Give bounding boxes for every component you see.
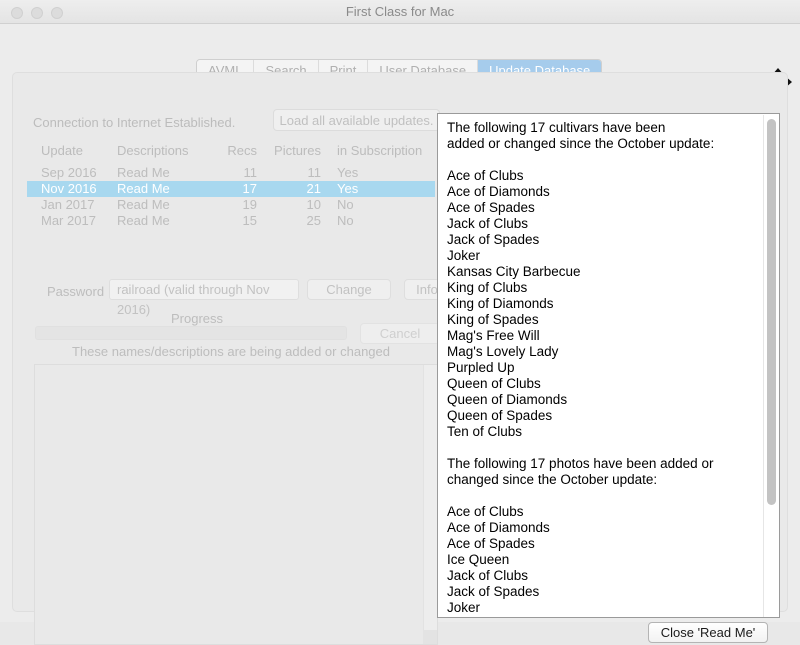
cultivar-item: Ace of Clubs — [447, 168, 524, 183]
cultivar-item: King of Clubs — [447, 280, 528, 295]
photo-item: Jack of Spades — [447, 584, 540, 599]
cell-recs: 19 — [242, 197, 257, 212]
window-body: AVML Search Print User Database Update D… — [0, 24, 800, 645]
change-password-button[interactable]: Change — [307, 279, 391, 300]
close-readme-button[interactable]: Close 'Read Me' — [648, 622, 768, 643]
table-header-row: Update Descriptions Recs Pictures in Sub… — [27, 143, 435, 163]
photo-item: Jack of Clubs — [447, 568, 529, 583]
window-titlebar: First Class for Mac — [0, 0, 800, 24]
cell-pictures: 10 — [306, 197, 321, 212]
cell-update: Sep 2016 — [41, 165, 97, 180]
cultivar-item: Ace of Spades — [447, 200, 535, 215]
cancel-button[interactable]: Cancel — [360, 323, 440, 344]
cell-descriptions[interactable]: Read Me — [117, 165, 170, 181]
cell-pictures: 25 — [306, 213, 321, 228]
cultivar-item: Purpled Up — [447, 360, 515, 375]
cell-subscription: No — [337, 197, 354, 212]
cell-recs: 15 — [242, 213, 257, 228]
cell-subscription: Yes — [337, 165, 359, 180]
photo-item: Ice Queen — [447, 552, 510, 567]
cultivar-item: King of Diamonds — [447, 296, 554, 311]
password-label: Password — [47, 284, 105, 299]
cell-descriptions[interactable]: Read Me — [117, 181, 170, 197]
cultivar-item: Queen of Clubs — [447, 376, 541, 391]
cultivar-item: King of Spades — [447, 312, 539, 327]
column-header-descriptions: Descriptions — [117, 143, 189, 158]
cell-update: Jan 2017 — [41, 197, 95, 212]
cultivar-item: Mag's Free Will — [447, 328, 540, 343]
column-header-update: Update — [41, 143, 83, 158]
table-row[interactable]: Jan 2017 Read Me 19 10 No — [27, 197, 435, 213]
progress-bar — [35, 326, 347, 340]
cultivar-item: Ten of Clubs — [447, 424, 523, 439]
photo-item: Ace of Diamonds — [447, 520, 550, 535]
load-all-updates-button[interactable]: Load all available updates. — [273, 109, 440, 131]
updates-table: Update Descriptions Recs Pictures in Sub… — [27, 143, 435, 243]
readme-scrollbar[interactable] — [763, 115, 778, 617]
column-header-recs: Recs — [227, 143, 257, 158]
readme-text-panel[interactable]: The following 17 cultivars have been add… — [437, 113, 780, 618]
photo-item: Ace of Clubs — [447, 504, 524, 519]
column-header-in-subscription: in Subscription — [337, 143, 423, 158]
column-header-pictures: Pictures — [274, 143, 321, 158]
cultivars-heading: The following 17 cultivars have been add… — [447, 120, 715, 151]
readme-content: The following 17 cultivars have been add… — [438, 114, 764, 616]
added-changed-label: These names/descriptions are being added… — [72, 344, 390, 359]
table-body: Sep 2016 Read Me 11 11 Yes Nov 2016 Read… — [27, 165, 435, 243]
names-list-scrollbar[interactable] — [423, 365, 437, 644]
cell-pictures: 21 — [306, 181, 321, 196]
cultivar-item: Queen of Spades — [447, 408, 553, 423]
names-list-scroll-corner — [423, 630, 437, 644]
photo-item: Ace of Spades — [447, 536, 535, 551]
cell-recs: 11 — [243, 165, 258, 180]
cell-update: Mar 2017 — [41, 213, 96, 228]
cell-pictures: 11 — [307, 165, 322, 180]
table-row[interactable]: Sep 2016 Read Me 11 11 Yes — [27, 165, 435, 181]
application-window: First Class for Mac AVML Search Print Us… — [0, 0, 800, 645]
cultivar-item: Kansas City Barbecue — [447, 264, 581, 279]
cultivar-item: Mag's Lovely Lady — [447, 344, 559, 359]
cell-subscription: No — [337, 213, 354, 228]
photo-item: Joker — [447, 600, 481, 615]
table-row[interactable]: Nov 2016 Read Me 17 21 Yes — [27, 181, 435, 197]
cell-update: Nov 2016 — [41, 181, 97, 196]
names-descriptions-list[interactable] — [34, 364, 438, 645]
cell-descriptions[interactable]: Read Me — [117, 197, 170, 213]
cultivar-item: Queen of Diamonds — [447, 392, 568, 407]
window-title: First Class for Mac — [345, 4, 455, 19]
connection-status-label: Connection to Internet Established. — [33, 115, 236, 130]
password-field[interactable]: railroad (valid through Nov 2016) — [109, 279, 299, 317]
readme-scrollbar-thumb[interactable] — [767, 119, 776, 505]
photos-heading: The following 17 photos have been added … — [447, 456, 714, 487]
cell-descriptions[interactable]: Read Me — [117, 213, 170, 229]
cultivar-item: Jack of Spades — [447, 232, 540, 247]
progress-label: Progress — [170, 311, 224, 326]
cultivar-item: Joker — [447, 248, 481, 263]
cell-subscription: Yes — [337, 181, 359, 196]
cultivar-item: Jack of Clubs — [447, 216, 529, 231]
table-row[interactable]: Mar 2017 Read Me 15 25 No — [27, 213, 435, 229]
cultivar-item: Ace of Diamonds — [447, 184, 550, 199]
cell-recs: 17 — [242, 181, 257, 196]
